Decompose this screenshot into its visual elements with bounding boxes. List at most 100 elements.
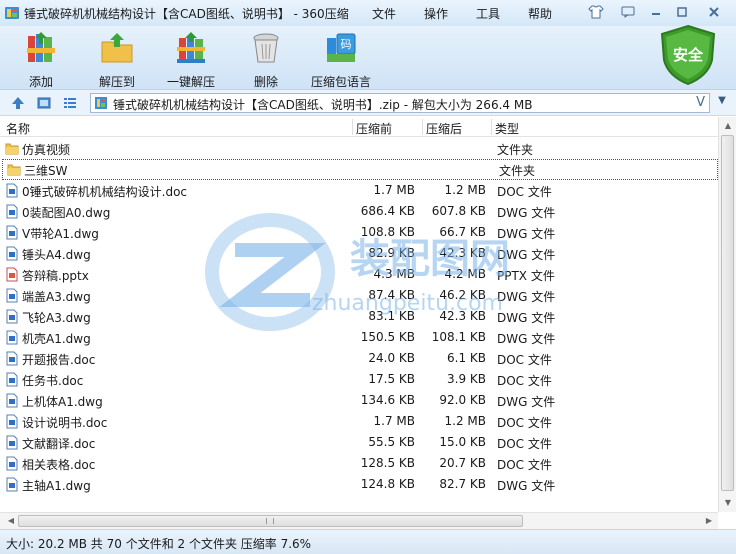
thumbnail-view-icon[interactable]: [36, 95, 52, 111]
file-unpacked-size: 92.0 KB: [439, 393, 486, 407]
file-row[interactable]: 端盖A3.dwg 87.4 KB 46.2 KB DWG 文件: [0, 285, 718, 306]
file-type: DOC 文件: [497, 185, 552, 199]
security-shield[interactable]: 安全: [658, 24, 718, 86]
column-divider[interactable]: [352, 119, 353, 135]
extract-to-button[interactable]: 解压到: [80, 30, 154, 89]
horizontal-scrollbar[interactable]: ◀ ▶: [0, 512, 718, 529]
column-name[interactable]: 名称: [6, 120, 30, 137]
file-row[interactable]: 0装配图A0.dwg 686.4 KB 607.8 KB DWG 文件: [0, 201, 718, 222]
path-dropdown-chevron-icon[interactable]: V: [696, 95, 705, 110]
file-row[interactable]: 任务书.doc 17.5 KB 3.9 KB DOC 文件: [0, 369, 718, 390]
vertical-scroll-thumb[interactable]: [721, 135, 734, 491]
file-packed-size: 87.4 KB: [368, 288, 415, 302]
scroll-down-icon[interactable]: ▼: [719, 498, 736, 507]
folder-row[interactable]: 三维SW 文件夹: [2, 159, 718, 180]
file-name: 仿真视频: [22, 143, 71, 157]
file-type: DWG 文件: [497, 206, 556, 220]
delete-label: 删除: [253, 75, 278, 89]
file-unpacked-size: 6.1 KB: [447, 351, 486, 365]
file-unpacked-size: 15.0 KB: [439, 435, 486, 449]
file-name: 三维SW: [24, 164, 68, 178]
close-icon[interactable]: [704, 3, 724, 21]
feedback-icon[interactable]: [618, 3, 638, 21]
file-row[interactable]: 锤头A4.dwg 82.9 KB 42.3 KB DWG 文件: [0, 243, 718, 264]
folder-icon: [5, 141, 19, 156]
file-name: 相关表格.doc: [22, 458, 96, 472]
folder-icon: [7, 162, 21, 177]
file-row[interactable]: 文献翻译.doc 55.5 KB 15.0 KB DOC 文件: [0, 432, 718, 453]
add-button[interactable]: 添加: [4, 30, 78, 89]
column-type[interactable]: 类型: [495, 120, 519, 137]
column-header: 名称 压缩前 压缩后 类型: [0, 117, 718, 137]
path-text: 锤式破碎机机械结构设计【含CAD图纸、说明书】.zip - 解包大小为 266.…: [113, 98, 533, 112]
file-unpacked-size: 1.2 MB: [444, 414, 486, 428]
file-unpacked-size: 46.2 KB: [439, 288, 486, 302]
file-unpacked-size: 42.3 KB: [439, 246, 486, 260]
file-row[interactable]: 答辩稿.pptx 4.3 MB 4.2 MB PPTX 文件: [0, 264, 718, 285]
file-name: 主轴A1.dwg: [22, 479, 91, 493]
file-type: DWG 文件: [497, 290, 556, 304]
extract-to-label: 解压到: [98, 75, 135, 89]
file-type: DOC 文件: [497, 416, 552, 430]
file-row[interactable]: 相关表格.doc 128.5 KB 20.7 KB DOC 文件: [0, 453, 718, 474]
file-unpacked-size: 20.7 KB: [439, 456, 486, 470]
skin-shirt-icon[interactable]: [586, 3, 606, 21]
one-click-extract-label: 一键解压: [166, 75, 215, 89]
column-divider[interactable]: [422, 119, 423, 135]
column-divider[interactable]: [491, 119, 492, 135]
file-type: DOC 文件: [497, 353, 552, 367]
file-name: 上机体A1.dwg: [22, 395, 103, 409]
file-row[interactable]: 飞轮A3.dwg 83.1 KB 42.3 KB DWG 文件: [0, 306, 718, 327]
horizontal-scroll-thumb[interactable]: [18, 515, 523, 527]
file-row[interactable]: V带轮A1.dwg 108.8 KB 66.7 KB DWG 文件: [0, 222, 718, 243]
file-row[interactable]: 主轴A1.dwg 124.8 KB 82.7 KB DWG 文件: [0, 474, 718, 495]
column-packed[interactable]: 压缩前: [356, 120, 392, 137]
path-field[interactable]: 锤式破碎机机械结构设计【含CAD图纸、说明书】.zip - 解包大小为 266.…: [90, 93, 710, 113]
window-title: 锤式破碎机机械结构设计【含CAD图纸、说明书】 - 360压缩: [24, 7, 349, 21]
file-type: 文件夹: [499, 164, 536, 178]
trash-can-icon: [253, 33, 279, 63]
menu-operation[interactable]: 操作: [424, 5, 448, 22]
menu-file[interactable]: 文件: [372, 5, 396, 22]
scroll-up-icon[interactable]: ▲: [719, 121, 736, 130]
file-unpacked-size: 3.9 KB: [447, 372, 486, 386]
file-packed-size: 1.7 MB: [373, 414, 415, 428]
folder-row[interactable]: 仿真视频 文件夹: [0, 138, 718, 159]
file-packed-size: 55.5 KB: [368, 435, 415, 449]
chevron-down-icon[interactable]: ▼: [712, 95, 732, 111]
add-books-icon: [27, 32, 55, 62]
column-unpacked[interactable]: 压缩后: [426, 120, 462, 137]
list-view-icon[interactable]: [62, 95, 78, 111]
file-row[interactable]: 上机体A1.dwg 134.6 KB 92.0 KB DWG 文件: [0, 390, 718, 411]
file-name: 开题报告.doc: [22, 353, 96, 367]
file-row[interactable]: 设计说明书.doc 1.7 MB 1.2 MB DOC 文件: [0, 411, 718, 432]
archive-language-button[interactable]: 码 压缩包语言: [304, 30, 378, 89]
file-type: DWG 文件: [497, 479, 556, 493]
file-type: PPTX 文件: [497, 269, 555, 283]
dwg-icon: [5, 393, 19, 408]
up-arrow-icon[interactable]: [10, 95, 26, 111]
doc-icon: [5, 351, 19, 366]
extract-folder-icon: [101, 33, 133, 63]
file-type: DWG 文件: [497, 332, 556, 346]
file-row[interactable]: 0锤式破碎机机械结构设计.doc 1.7 MB 1.2 MB DOC 文件: [0, 180, 718, 201]
dwg-icon: [5, 309, 19, 324]
menu-help[interactable]: 帮助: [528, 5, 552, 22]
file-packed-size: 24.0 KB: [368, 351, 415, 365]
scroll-right-icon[interactable]: ▶: [700, 516, 718, 525]
vertical-scrollbar[interactable]: ▲ ▼: [718, 117, 736, 512]
menu-tools[interactable]: 工具: [476, 5, 500, 22]
app-logo-icon: [5, 7, 19, 19]
file-type: DOC 文件: [497, 374, 552, 388]
file-unpacked-size: 607.8 KB: [431, 204, 486, 218]
file-packed-size: 128.5 KB: [360, 456, 415, 470]
delete-button[interactable]: 删除: [229, 30, 303, 89]
dwg-icon: [5, 477, 19, 492]
file-row[interactable]: 开题报告.doc 24.0 KB 6.1 KB DOC 文件: [0, 348, 718, 369]
file-row[interactable]: 机壳A1.dwg 150.5 KB 108.1 KB DWG 文件: [0, 327, 718, 348]
file-unpacked-size: 1.2 MB: [444, 183, 486, 197]
file-name: 答辩稿.pptx: [22, 269, 89, 283]
maximize-icon[interactable]: [672, 3, 692, 21]
minimize-icon[interactable]: [646, 3, 666, 21]
one-click-extract-button[interactable]: 一键解压: [154, 30, 228, 89]
